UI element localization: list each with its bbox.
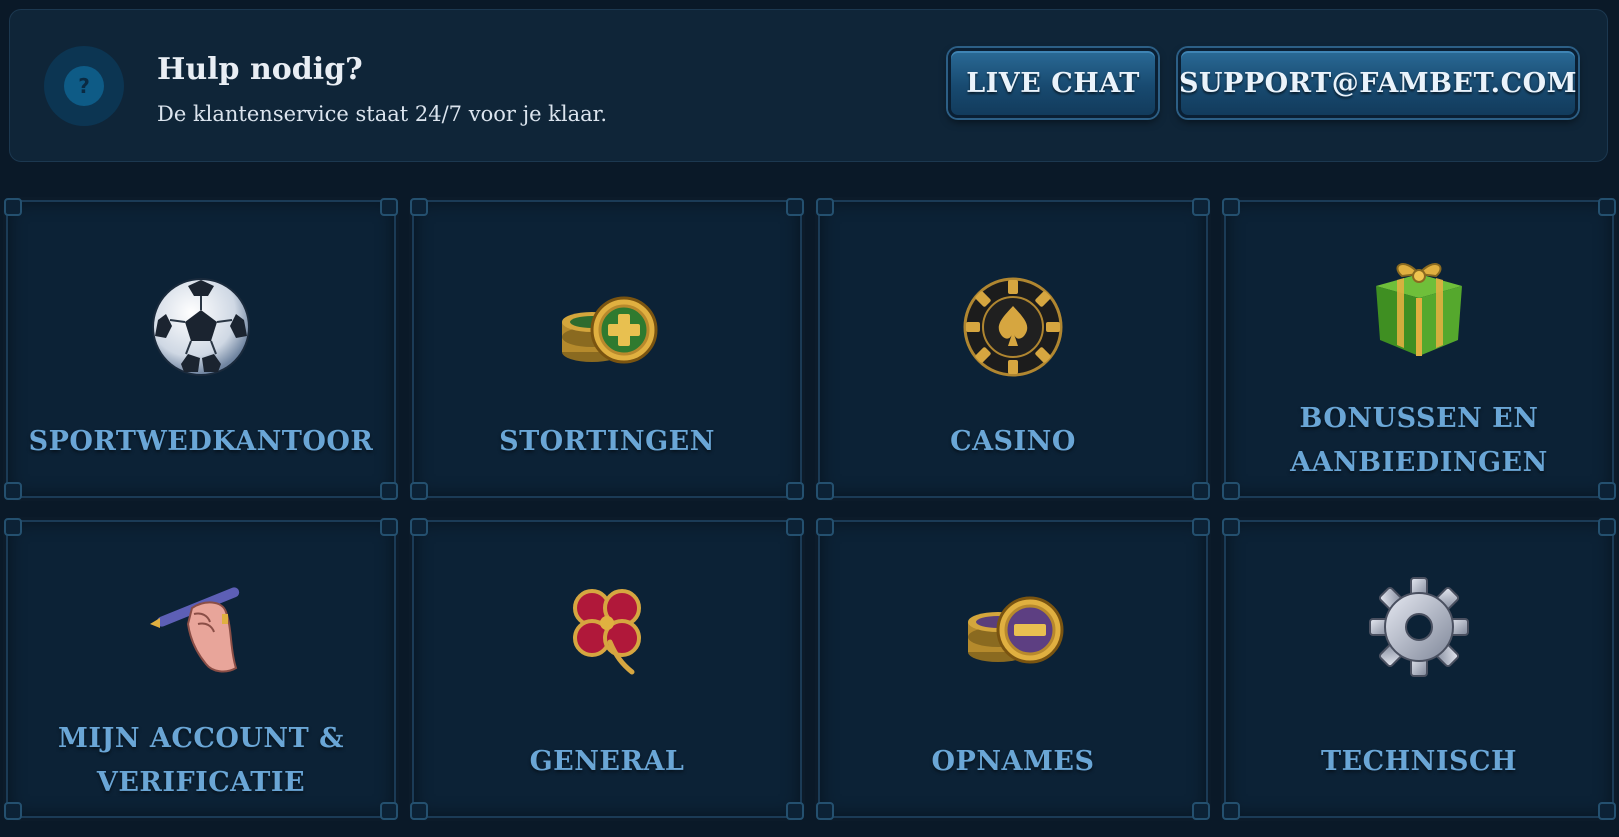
category-label-line1: BONUSSEN EN: [1299, 403, 1539, 434]
clover-icon: [573, 589, 641, 675]
category-label-line2: AANBIEDINGEN: [1290, 447, 1548, 478]
category-card-bonussen[interactable]: BONUSSEN EN AANBIEDINGEN: [1222, 198, 1616, 500]
category-label: STORTINGEN: [499, 426, 715, 457]
category-card-opnames[interactable]: OPNAMES: [816, 518, 1210, 820]
gear-icon: [1369, 577, 1469, 677]
help-title: Hulp nodig?: [157, 52, 363, 87]
help-subtitle: De klantenservice staat 24/7 voor je kla…: [157, 102, 608, 126]
category-label: TECHNISCH: [1321, 746, 1517, 777]
category-card-stortingen[interactable]: STORTINGEN: [410, 198, 804, 500]
category-label-line2: VERIFICATIE: [96, 767, 306, 798]
help-center-page: ? Hulp nodig? De klantenservice staat 24…: [0, 0, 1619, 837]
category-card-general[interactable]: GENERAL: [410, 518, 804, 820]
coin-plus-icon: [562, 296, 658, 364]
category-card-technisch[interactable]: TECHNISCH: [1222, 518, 1616, 820]
category-card-mijn-account[interactable]: MIJN ACCOUNT & VERIFICATIE: [4, 518, 398, 820]
gift-icon: [1376, 263, 1462, 356]
category-label: CASINO: [950, 426, 1076, 457]
support-email-button[interactable]: SUPPORT@FAMBET.COM: [1178, 48, 1578, 118]
category-label: SPORTWEDKANTOOR: [28, 426, 374, 457]
casino-chip-icon: [963, 277, 1063, 377]
question-icon: ?: [44, 46, 124, 126]
help-banner: ? Hulp nodig? De klantenservice staat 24…: [9, 9, 1608, 162]
category-label: OPNAMES: [931, 746, 1095, 777]
category-label-line1: MIJN ACCOUNT &: [58, 723, 344, 754]
category-card-sportwedkantoor[interactable]: SPORTWEDKANTOOR: [4, 198, 398, 500]
hand-pen-icon: [150, 587, 240, 673]
coin-minus-icon: [968, 596, 1064, 664]
category-card-casino[interactable]: CASINO: [816, 198, 1210, 500]
live-chat-button[interactable]: LIVE CHAT: [948, 48, 1158, 118]
category-label: GENERAL: [529, 746, 685, 777]
soccer-ball-icon: [152, 278, 250, 376]
